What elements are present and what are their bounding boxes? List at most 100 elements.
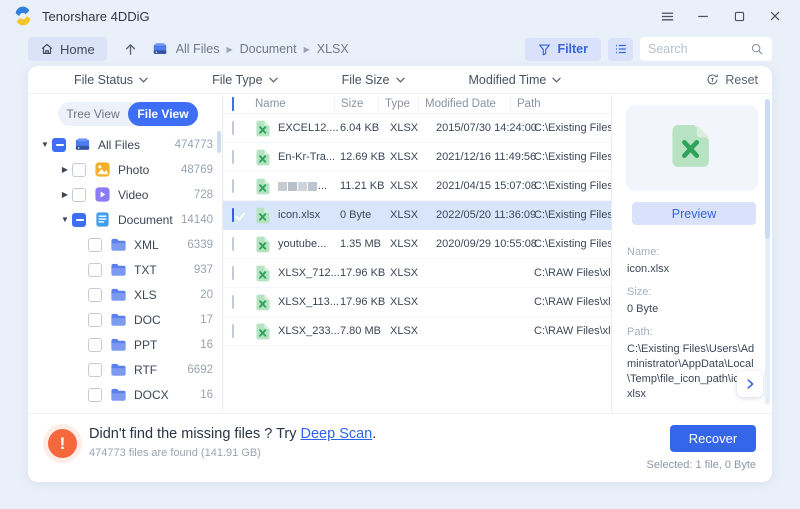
- file-type: XLSX: [390, 325, 436, 337]
- chevron-down-icon: [139, 77, 148, 83]
- filter-button[interactable]: Filter: [525, 38, 601, 61]
- maximize-icon[interactable]: [726, 5, 752, 27]
- up-level-icon[interactable]: [123, 42, 138, 57]
- table-row[interactable]: XLSX_712... 17.96 KB XLSX C:\RAW Files\x…: [223, 259, 611, 288]
- tree-item-count: 20: [200, 289, 213, 301]
- select-all-checkbox[interactable]: [232, 97, 234, 111]
- view-tabs: Tree ViewFile View: [58, 102, 198, 126]
- tree-item-count: 6339: [187, 239, 213, 251]
- footer-bar: ! Didn't find the missing files ? Try De…: [28, 413, 772, 482]
- sidebar-item-docx[interactable]: DOCX 16: [28, 382, 222, 407]
- reset-filters-button[interactable]: Reset: [706, 73, 758, 87]
- next-file-button[interactable]: [737, 371, 763, 397]
- table-row[interactable]: ... 11.21 KB XLSX 2021/04/15 15:07:08 C:…: [223, 172, 611, 201]
- sidebar-item-photo[interactable]: ▶ Photo 48769: [28, 157, 222, 182]
- reset-label: Reset: [725, 73, 758, 87]
- filter-dropdown-file-status[interactable]: File Status: [74, 73, 148, 87]
- file-path: C:\Existing Files...: [534, 209, 611, 221]
- expand-arrow-icon[interactable]: ▼: [38, 140, 52, 149]
- row-checkbox[interactable]: [232, 266, 234, 280]
- expand-arrow-icon[interactable]: ▼: [58, 215, 72, 224]
- sidebar-item-all-files[interactable]: ▼ All Files 474773: [28, 132, 222, 157]
- tree-checkbox[interactable]: [88, 288, 102, 302]
- preview-button[interactable]: Preview: [632, 202, 756, 225]
- table-row[interactable]: XLSX_113... 17.96 KB XLSX C:\RAW Files\x…: [223, 288, 611, 317]
- alert-icon: !: [48, 429, 77, 458]
- row-checkbox[interactable]: [232, 295, 234, 309]
- filter-dropdown-file-type[interactable]: File Type: [212, 73, 278, 87]
- row-checkbox[interactable]: [232, 150, 234, 164]
- tree-checkbox[interactable]: [88, 388, 102, 402]
- sidebar-item-document[interactable]: ▼ Document 14140: [28, 207, 222, 232]
- file-name: ...: [278, 180, 340, 192]
- close-icon[interactable]: [762, 5, 788, 27]
- breadcrumb: All Files ▶ Document ▶ XLSX: [176, 42, 349, 56]
- search-box[interactable]: [640, 37, 772, 61]
- expand-arrow-icon[interactable]: ▶: [58, 165, 72, 174]
- column-header-size[interactable]: Size: [334, 98, 384, 110]
- home-button[interactable]: Home: [28, 37, 107, 61]
- file-size: 7.80 MB: [340, 325, 390, 337]
- sidebar-item-video[interactable]: ▶ Video 728: [28, 182, 222, 207]
- tree-checkbox[interactable]: [72, 163, 86, 177]
- table-row[interactable]: EXCEL12.... 6.04 KB XLSX 2015/07/30 14:2…: [223, 114, 611, 143]
- excel-file-icon: [669, 123, 715, 173]
- filter-label: Filter: [557, 42, 588, 56]
- titlebar: Tenorshare 4DDiG: [0, 0, 800, 32]
- expand-arrow-icon[interactable]: ▶: [58, 190, 72, 199]
- column-header-path[interactable]: Path: [510, 98, 611, 110]
- detail-scrollbar[interactable]: [765, 99, 770, 405]
- row-checkbox[interactable]: [232, 208, 234, 222]
- folder-icon: [110, 311, 127, 328]
- tree-checkbox[interactable]: [52, 138, 66, 152]
- drive-icon: [74, 136, 91, 153]
- breadcrumb-xlsx[interactable]: XLSX: [317, 42, 349, 56]
- row-checkbox[interactable]: [232, 121, 234, 135]
- tree-checkbox[interactable]: [88, 338, 102, 352]
- tree-checkbox[interactable]: [88, 313, 102, 327]
- row-checkbox[interactable]: [232, 324, 234, 338]
- file-type: XLSX: [390, 122, 436, 134]
- column-header-modified[interactable]: Modified Date: [418, 98, 516, 110]
- row-checkbox[interactable]: [232, 179, 234, 193]
- search-icon[interactable]: [750, 42, 764, 56]
- menu-icon[interactable]: [654, 5, 680, 27]
- sidebar-item-rtf[interactable]: RTF 6692: [28, 357, 222, 382]
- tab-file-view[interactable]: File View: [128, 102, 198, 126]
- sidebar-item-txt[interactable]: TXT 937: [28, 257, 222, 282]
- table-row[interactable]: icon.xlsx 0 Byte XLSX 2022/05/20 11:36:0…: [223, 201, 611, 230]
- breadcrumb-all-files[interactable]: All Files: [176, 42, 220, 56]
- excel-file-icon: [255, 178, 278, 195]
- tree-checkbox[interactable]: [88, 238, 102, 252]
- recover-button[interactable]: Recover: [670, 425, 756, 452]
- main-panel: File Status File Type File Size Modified Ti…: [28, 66, 772, 482]
- table-row[interactable]: youtube... 1.35 MB XLSX 2020/09/29 10:55…: [223, 230, 611, 259]
- tree-checkbox[interactable]: [72, 213, 86, 227]
- sidebar-scrollbar[interactable]: [217, 131, 221, 153]
- tree-checkbox[interactable]: [72, 188, 86, 202]
- sidebar-item-xls[interactable]: XLS 20: [28, 282, 222, 307]
- table-row[interactable]: XLSX_233... 7.80 MB XLSX C:\RAW Files\xl…: [223, 317, 611, 346]
- table-row[interactable]: En-Kr-Tra... 12.69 KB XLSX 2021/12/16 11…: [223, 143, 611, 172]
- censored-name: [278, 182, 317, 191]
- drive-icon: [152, 41, 168, 57]
- sidebar-item-ppt[interactable]: PPT 16: [28, 332, 222, 357]
- sidebar-item-doc[interactable]: DOC 17: [28, 307, 222, 332]
- tree-item-label: All Files: [98, 138, 140, 152]
- tree-checkbox[interactable]: [88, 263, 102, 277]
- deep-scan-link[interactable]: Deep Scan: [301, 426, 373, 442]
- chevron-down-icon: [269, 77, 278, 83]
- minimize-icon[interactable]: [690, 5, 716, 27]
- filter-dropdown-file-size[interactable]: File Size: [342, 73, 405, 87]
- breadcrumb-separator-icon: ▶: [226, 45, 232, 54]
- breadcrumb-document[interactable]: Document: [240, 42, 297, 56]
- search-input[interactable]: [648, 42, 750, 56]
- tree-checkbox[interactable]: [88, 363, 102, 377]
- row-checkbox[interactable]: [232, 237, 234, 251]
- sidebar-item-xml[interactable]: XML 6339: [28, 232, 222, 257]
- filter-dropdown-modified-time[interactable]: Modified Time: [469, 73, 562, 87]
- file-size: 11.21 KB: [340, 180, 390, 192]
- view-list-button[interactable]: [608, 38, 633, 61]
- tab-tree-view[interactable]: Tree View: [58, 102, 128, 126]
- column-header-name[interactable]: Name: [255, 98, 340, 110]
